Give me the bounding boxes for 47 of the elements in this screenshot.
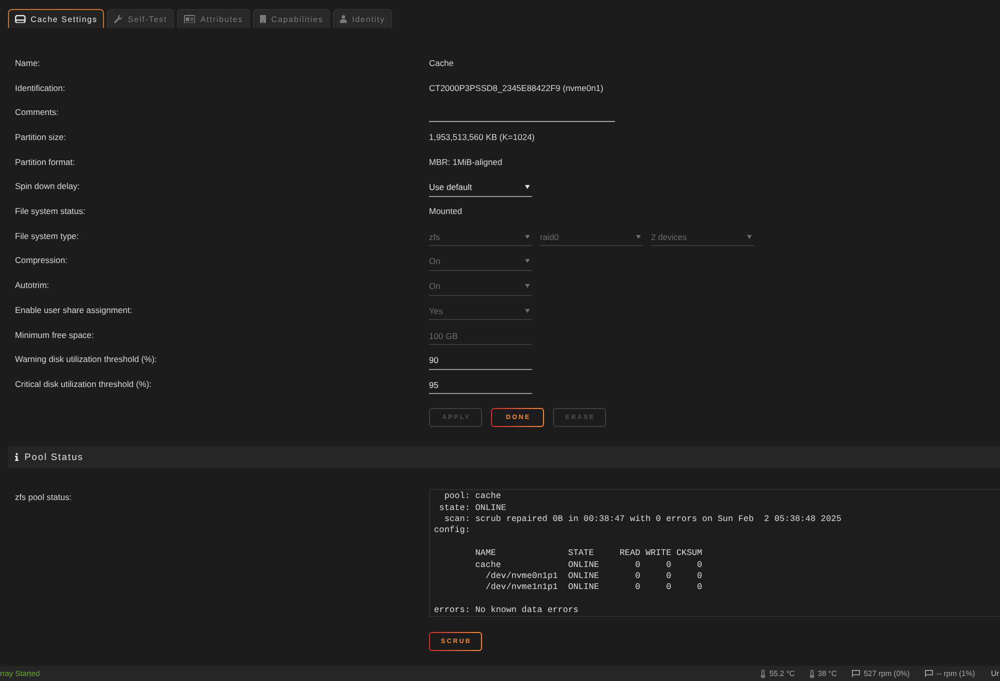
thermometer-icon xyxy=(761,670,766,678)
person-icon xyxy=(340,14,348,24)
info-icon xyxy=(15,452,19,461)
field-value: CT2000P3PSSD8_2345E88422F9 (nvme0n1) xyxy=(429,82,604,93)
flag-icon xyxy=(924,670,933,677)
thermometer-icon xyxy=(810,670,814,678)
field-value: MBR: 1MiB-aligned xyxy=(429,156,502,167)
caret-icon xyxy=(525,284,530,288)
field-label: File system type: xyxy=(15,230,80,241)
input-field[interactable]: 90 xyxy=(429,348,532,370)
field-label: Name: xyxy=(15,58,42,68)
wrench-icon xyxy=(114,14,123,24)
drive-icon xyxy=(15,14,26,24)
caret-icon xyxy=(525,234,530,239)
field-label: Identification: xyxy=(15,82,66,93)
tab[interactable]: Identity xyxy=(333,9,392,28)
field-label: Partition format: xyxy=(15,156,76,167)
field-label: Autotrim: xyxy=(15,280,50,290)
caret-icon xyxy=(525,259,530,264)
field-value: Cache xyxy=(429,58,454,68)
field-label: Critical disk utilization threshold (%): xyxy=(15,378,153,389)
caret-icon xyxy=(525,185,530,190)
section-title: Pool Status xyxy=(24,451,84,462)
field-value: 1,953,513,560 KB (K=1024) xyxy=(429,132,535,142)
select-field[interactable]: Use default xyxy=(429,176,532,197)
card-icon xyxy=(184,14,196,24)
caret-icon xyxy=(525,308,530,313)
field-label: Minimum free space: xyxy=(15,330,95,340)
tab[interactable]: Capabilities xyxy=(253,9,330,28)
field-label: Enable user share assignment: xyxy=(15,304,134,315)
caret-icon xyxy=(747,234,752,239)
field-value: Mounted xyxy=(429,206,462,216)
field-label: zfs pool status: xyxy=(15,490,73,504)
flag-icon xyxy=(852,670,860,677)
tab[interactable]: Attributes xyxy=(177,9,250,28)
caret-icon xyxy=(636,234,641,239)
tab[interactable]: Self-Test xyxy=(107,9,174,28)
field-label: File system status: xyxy=(15,206,86,216)
field-label: Warning disk utilization threshold (%): xyxy=(15,354,158,364)
field-label: Spin down delay: xyxy=(15,181,81,192)
pool-status-output: pool: cache state: ONLINE scan: scrub repaired 0B in 00:38:47 with 0 errors on Sun Feb 2 05:38:48 2025 config: NAME STATE READ WRITE CKSUM cache ONLINE 0 0 0 /dev/nvme0n1p1 ONLINE 0 0 0 /dev/nvme1n1p1 ONLINE 0 0 0 errors: No known data errors xyxy=(429,488,1000,617)
device-icon xyxy=(260,14,266,24)
tab[interactable]: Cache Settings xyxy=(8,9,104,28)
input-field[interactable]: 95 xyxy=(429,373,532,394)
field-label: Partition size: xyxy=(15,132,68,142)
field-label: Comments: xyxy=(15,107,60,118)
field-label: Compression: xyxy=(15,255,68,266)
